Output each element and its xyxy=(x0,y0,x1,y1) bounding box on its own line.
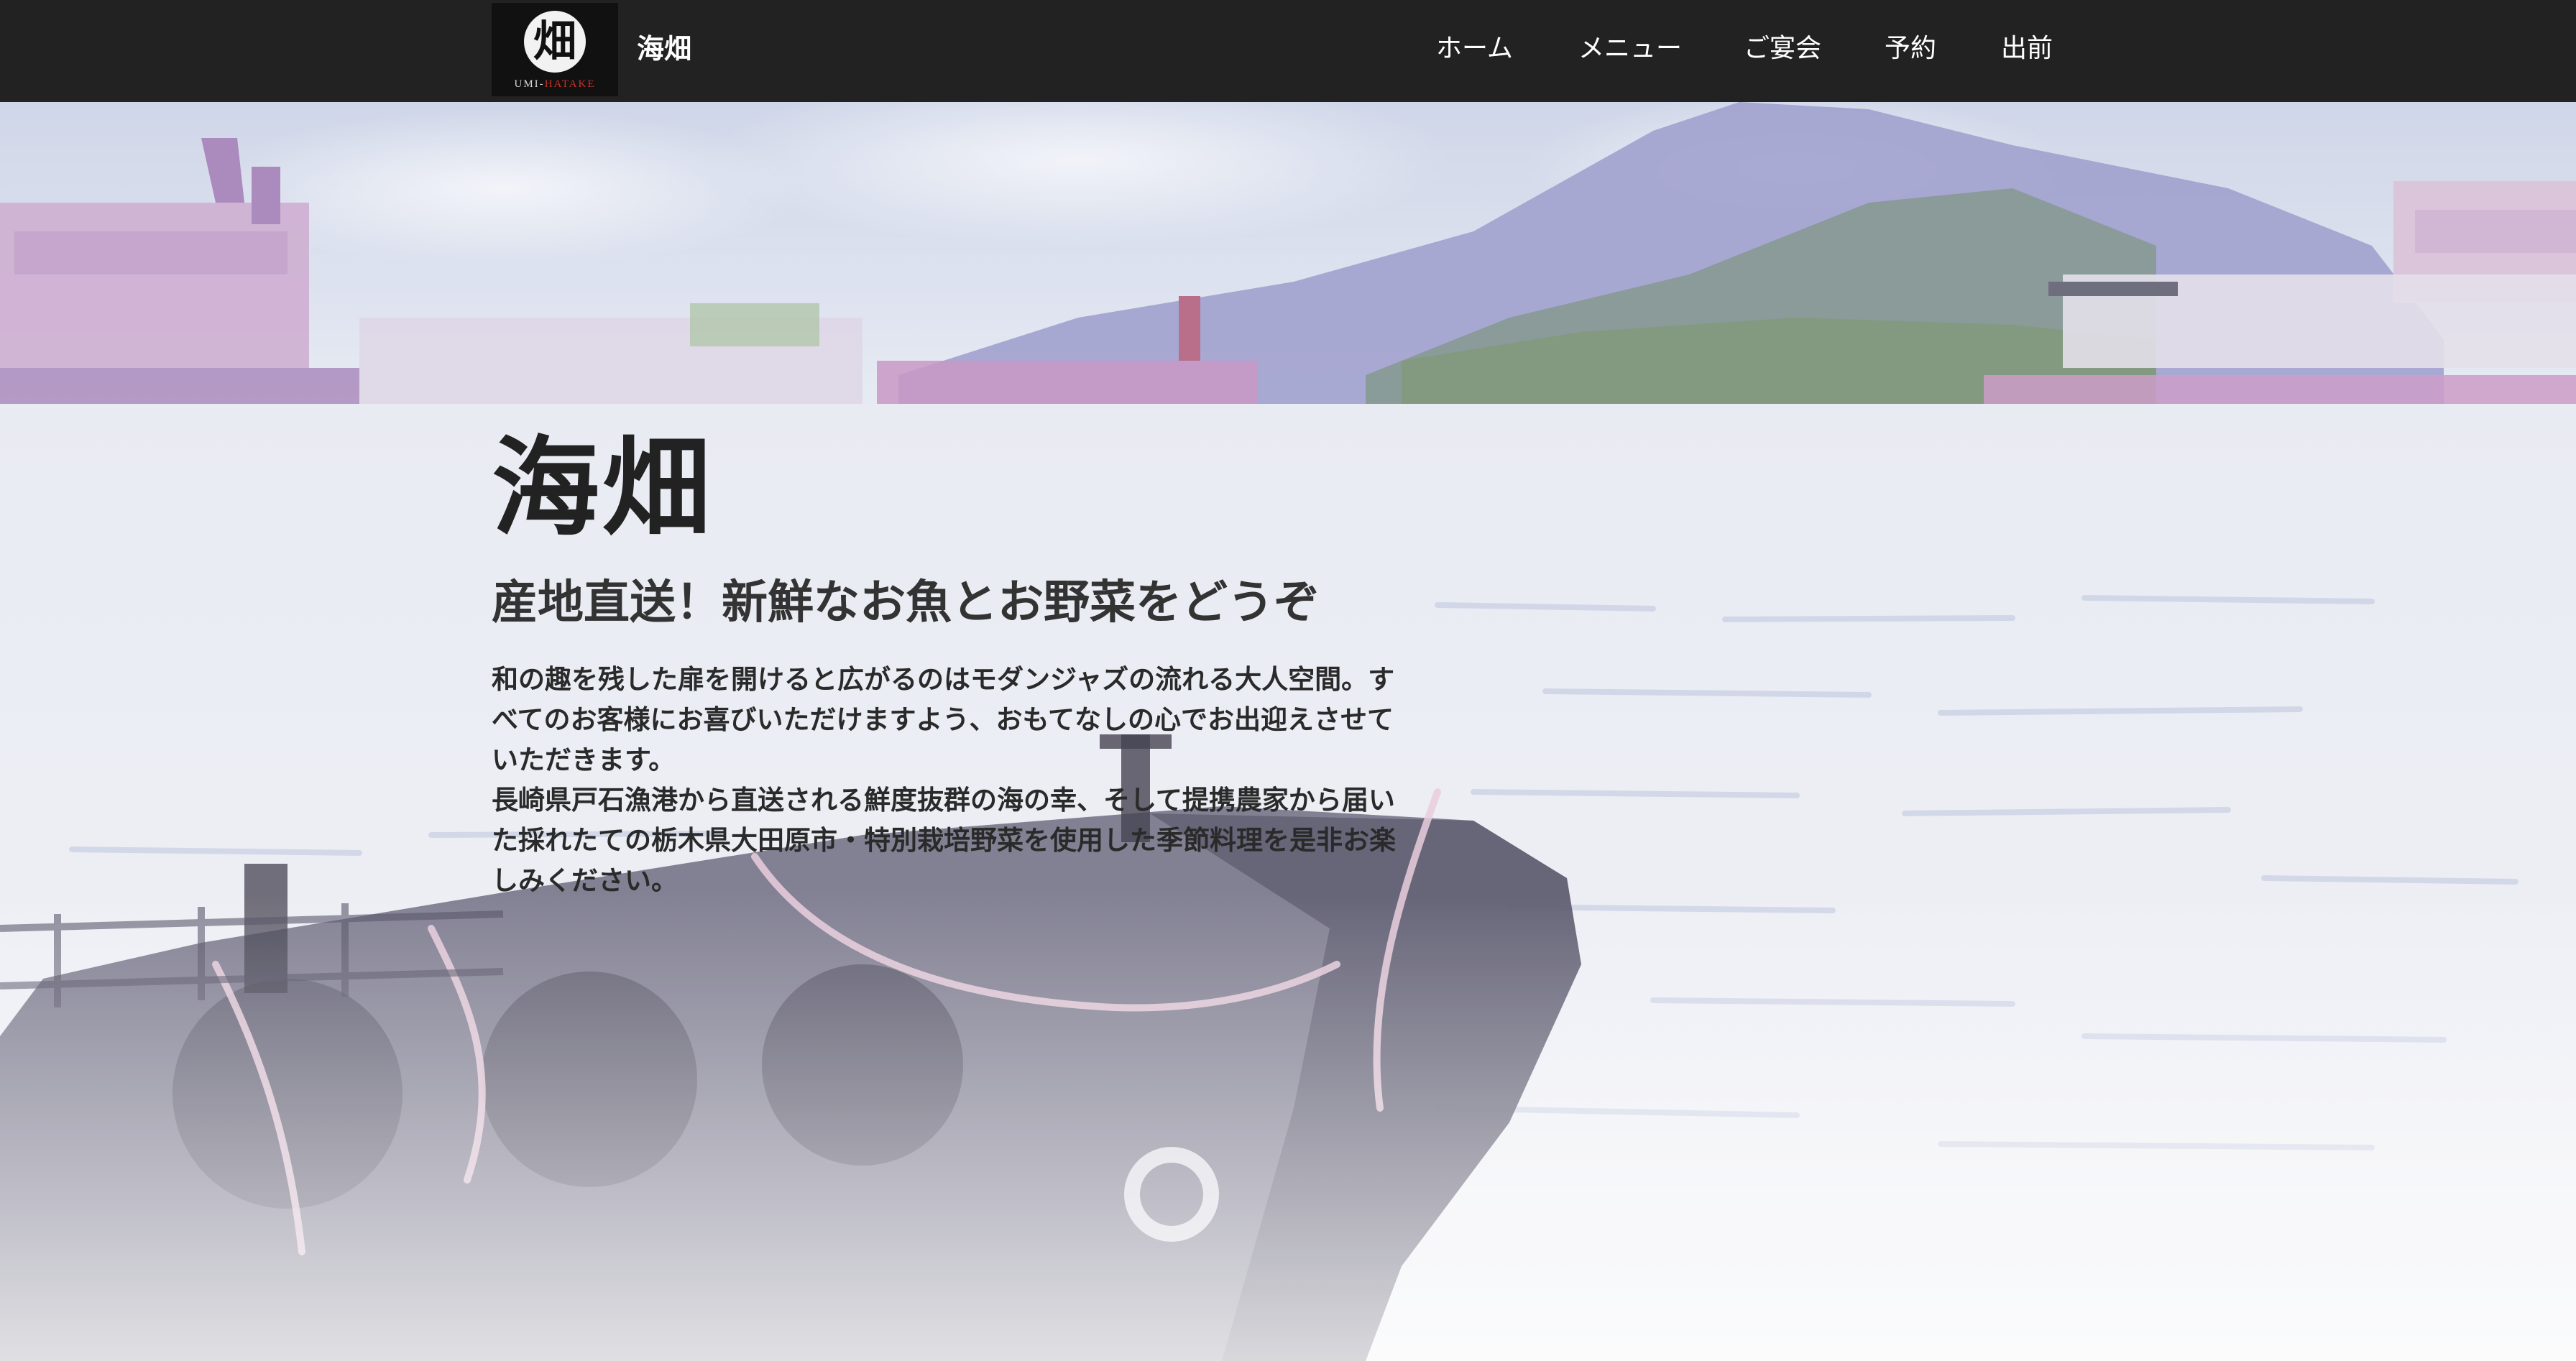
hero-section: 海畑 産地直送！新鮮なお魚とお野菜をどうぞ 和の趣を残した扉を開けると広がるのは… xyxy=(0,102,2576,1361)
brand-logo[interactable]: 畑 UMI-HATAKE xyxy=(492,3,618,96)
hero-title: 海畑 xyxy=(492,426,714,551)
nav-item-delivery[interactable]: 出前 xyxy=(2001,30,2053,68)
hero-description: 和の趣を残した扉を開けると広がるのはモダンジャズの流れる大人空間。すべてのお客様… xyxy=(492,660,1419,901)
nav-item-home[interactable]: ホーム xyxy=(1436,30,1513,68)
nav-item-reservation[interactable]: 予約 xyxy=(1885,30,1936,68)
logo-kanji: 畑 xyxy=(533,16,576,67)
nav-item-menu[interactable]: メニュー xyxy=(1578,30,1682,68)
logo-romaji: UMI-HATAKE xyxy=(514,78,596,90)
brand-name-link[interactable]: 海畑 xyxy=(637,30,691,68)
logo-emblem-icon: 畑 xyxy=(524,10,586,73)
hero-subtitle: 産地直送！新鮮なお魚とお野菜をどうぞ xyxy=(492,576,1320,629)
top-navbar: 畑 UMI-HATAKE 海畑 ホーム メニュー ご宴会 予約 出前 xyxy=(0,0,2576,102)
hero-paragraph-intro: 和の趣を残した扉を開けると広がるのはモダンジャズの流れる大人空間。すべてのお客様… xyxy=(492,664,1395,775)
nav-item-banquet[interactable]: ご宴会 xyxy=(1744,30,1821,68)
hero-paragraph-ingredients: 長崎県戸石漁港から直送される鮮度抜群の海の幸、そして提携農家から届いた採れたての… xyxy=(492,785,1396,896)
